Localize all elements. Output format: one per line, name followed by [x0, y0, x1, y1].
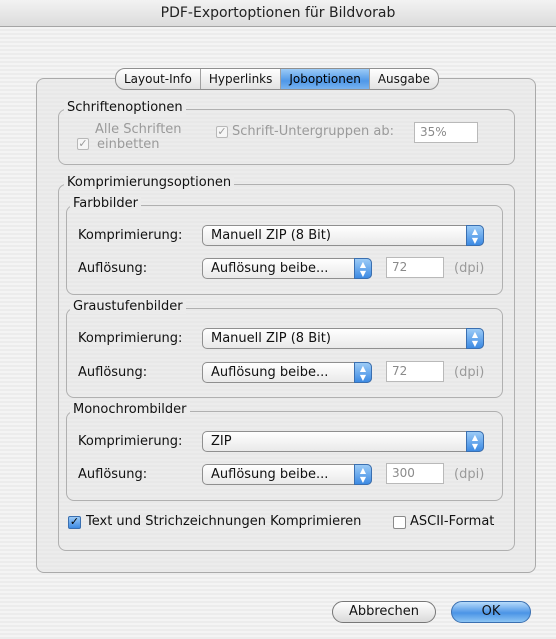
color-resolution-label: Auflösung:	[78, 261, 148, 276]
color-dpi-field[interactable]: 72	[386, 257, 444, 278]
tab-hyperlinks[interactable]: Hyperlinks	[201, 69, 282, 89]
embed-all-label: Alle Schriften einbetten	[95, 122, 182, 152]
gray-images-group	[66, 308, 503, 398]
mono-resolution-label: Auflösung:	[78, 467, 148, 482]
gray-images-legend: Graustufenbilder	[70, 299, 186, 314]
text-compress-checkbox[interactable]: ✓	[68, 516, 81, 529]
tab-joboptionen[interactable]: Joboptionen	[281, 69, 370, 89]
popup-arrows-icon: ▲ ▼	[354, 362, 372, 383]
gray-compression-label: Komprimierung:	[78, 331, 183, 346]
compression-legend: Komprimierungsoptionen	[64, 175, 235, 190]
embed-all-label-line1: Alle Schriften	[95, 122, 182, 137]
gray-resolution-label: Auflösung:	[78, 365, 148, 380]
color-resolution-popup[interactable]: Auflösung beibe... ▲ ▼	[202, 258, 372, 279]
embed-all-checkbox[interactable]: ✓	[77, 138, 89, 150]
color-compression-popup[interactable]: Manuell ZIP (8 Bit) ▲ ▼	[202, 225, 484, 246]
text-compress-label: Text und Strichzeichnungen Komprimieren	[86, 514, 362, 529]
ascii-format-label: ASCII-Format	[410, 514, 495, 529]
gray-dpi-unit: (dpi)	[454, 365, 485, 380]
color-resolution-value: Auflösung beibe...	[211, 261, 329, 276]
cancel-button[interactable]: Abbrechen	[332, 601, 436, 623]
mono-dpi-unit: (dpi)	[454, 467, 485, 482]
mono-compression-popup[interactable]: ZIP ▲ ▼	[202, 431, 484, 452]
mono-images-legend: Monochrombilder	[70, 402, 190, 417]
mono-images-group	[66, 411, 503, 501]
subset-label: Schrift-Untergruppen ab:	[232, 124, 395, 139]
subset-checkbox[interactable]: ✓	[216, 126, 228, 138]
color-compression-label: Komprimierung:	[78, 228, 183, 243]
gray-dpi-field[interactable]: 72	[386, 361, 444, 382]
fonts-legend: Schriftenoptionen	[64, 100, 186, 115]
popup-arrows-icon: ▲ ▼	[466, 225, 484, 246]
popup-arrows-icon: ▲ ▼	[354, 258, 372, 279]
tab-ausgabe[interactable]: Ausgabe	[370, 69, 438, 89]
mono-resolution-value: Auflösung beibe...	[211, 467, 329, 482]
window-title: PDF-Exportoptionen für Bildvorab	[0, 0, 556, 27]
mono-resolution-popup[interactable]: Auflösung beibe... ▲ ▼	[202, 464, 372, 485]
mono-dpi-field[interactable]: 300	[386, 463, 444, 484]
ok-button[interactable]: OK	[451, 601, 531, 623]
tab-layout-info[interactable]: Layout-Info	[116, 69, 201, 89]
subset-percent-field[interactable]: 35%	[414, 122, 478, 143]
gray-compression-value: Manuell ZIP (8 Bit)	[211, 331, 331, 346]
tab-bar: Layout-Info Hyperlinks Joboptionen Ausga…	[115, 68, 439, 90]
color-images-group	[66, 205, 503, 295]
checkmark-icon: ✓	[78, 137, 88, 150]
mono-compression-label: Komprimierung:	[78, 434, 183, 449]
color-images-legend: Farbbilder	[70, 196, 141, 211]
embed-all-label-line2: einbetten	[97, 137, 160, 152]
popup-arrows-icon: ▲ ▼	[466, 431, 484, 452]
color-dpi-unit: (dpi)	[454, 261, 485, 276]
gray-compression-popup[interactable]: Manuell ZIP (8 Bit) ▲ ▼	[202, 328, 484, 349]
dialog-window: PDF-Exportoptionen für Bildvorab Layout-…	[0, 0, 556, 639]
mono-compression-value: ZIP	[211, 434, 232, 449]
gray-resolution-value: Auflösung beibe...	[211, 365, 329, 380]
popup-arrows-icon: ▲ ▼	[466, 328, 484, 349]
checkmark-icon: ✓	[69, 515, 80, 528]
color-compression-value: Manuell ZIP (8 Bit)	[211, 228, 331, 243]
popup-arrows-icon: ▲ ▼	[354, 464, 372, 485]
ascii-format-checkbox[interactable]	[393, 516, 406, 529]
checkmark-icon: ✓	[217, 125, 227, 138]
gray-resolution-popup[interactable]: Auflösung beibe... ▲ ▼	[202, 362, 372, 383]
